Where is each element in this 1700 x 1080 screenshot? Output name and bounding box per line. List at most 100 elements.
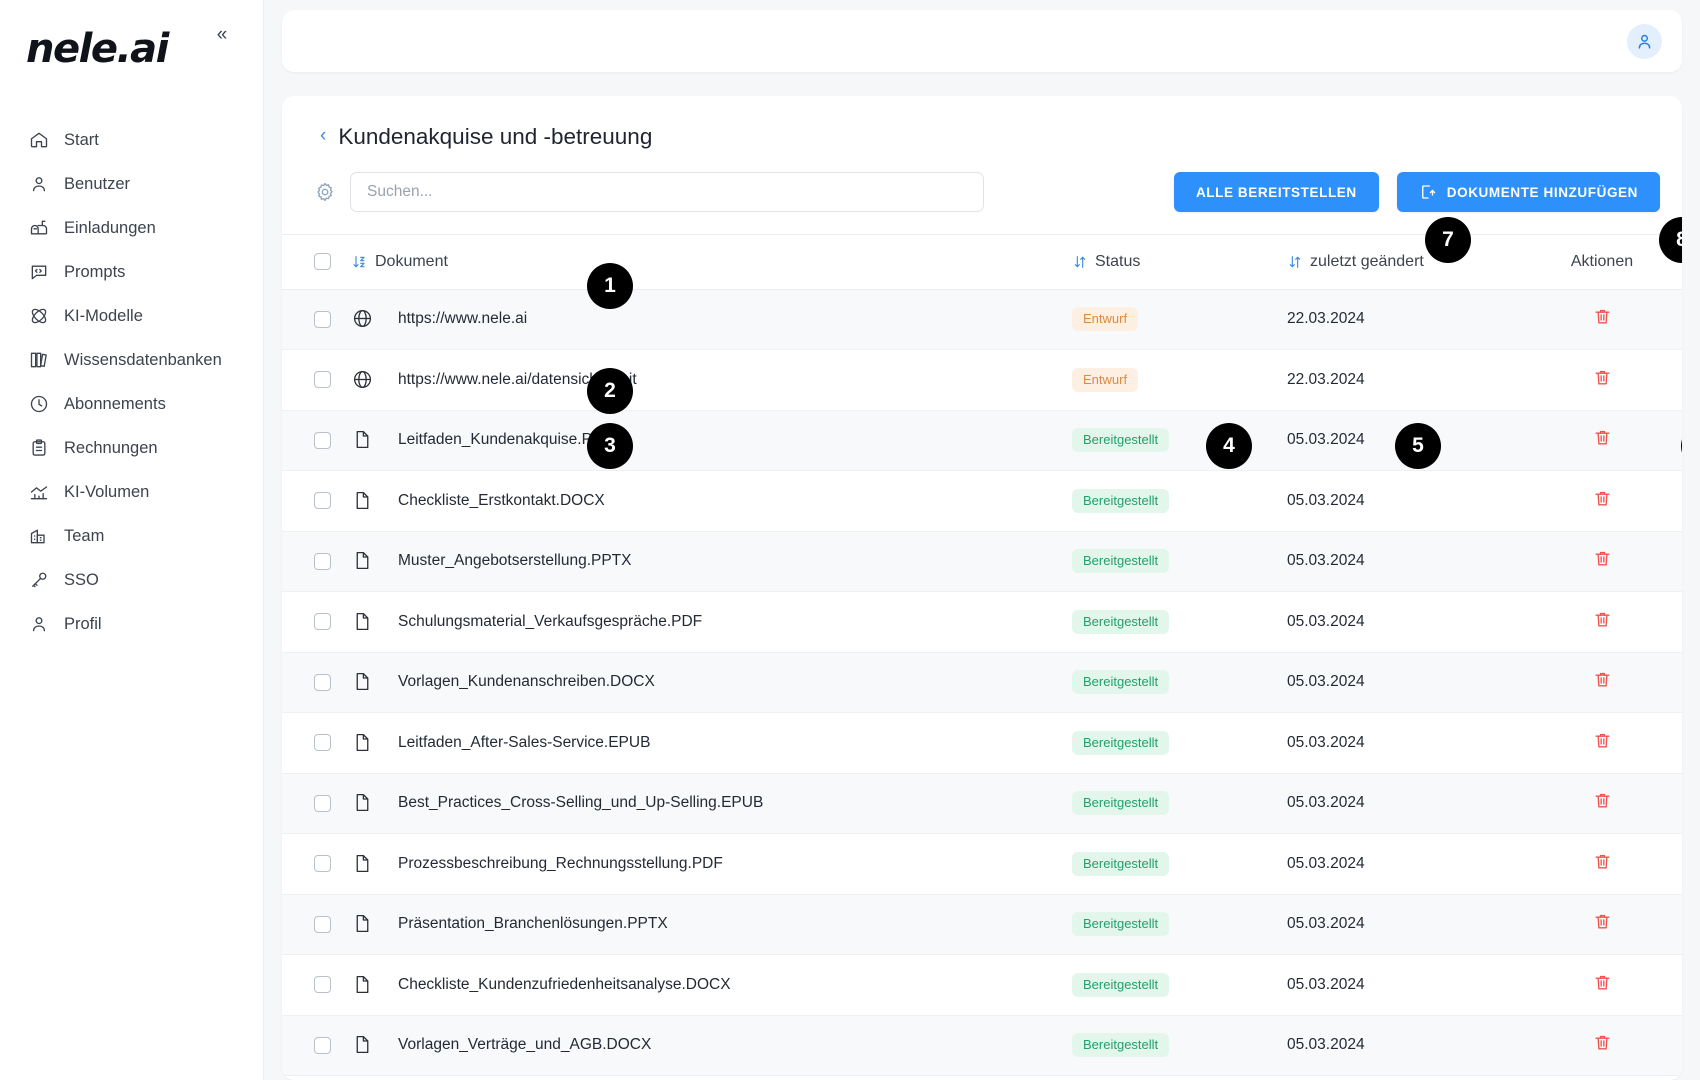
row-checkbox[interactable]: [314, 673, 331, 691]
row-modified-cell: 05.03.2024: [1287, 652, 1522, 713]
trash-icon[interactable]: [1593, 1033, 1612, 1052]
row-modified-cell: 05.03.2024: [1287, 471, 1522, 532]
mailbox-icon: [28, 218, 49, 239]
table-row[interactable]: Checkliste_Kundenzufriedenheitsanalyse.D…: [282, 955, 1682, 1016]
sidebar-collapse-icon[interactable]: «: [209, 22, 235, 48]
status-badge: Entwurf: [1072, 307, 1139, 332]
table-row[interactable]: Präsentation_Branchenlösungen.PPTX Bereit…: [282, 894, 1682, 955]
panel-header: ‹ Kundenakquise und -betreuung: [282, 96, 1682, 150]
annotation-bubble-7: 7: [1425, 217, 1471, 263]
search-input[interactable]: [350, 172, 984, 212]
gear-icon[interactable]: [314, 181, 336, 203]
modified-date: 05.03.2024: [1287, 794, 1365, 812]
sort-icon: [1287, 254, 1303, 270]
sidebar-item-ki-volumen[interactable]: KI-Volumen: [28, 470, 263, 514]
row-actions-cell: [1522, 652, 1682, 713]
sidebar-item-rechnungen[interactable]: Rechnungen: [28, 426, 263, 470]
row-modified-cell: 05.03.2024: [1287, 773, 1522, 834]
column-label: Dokument: [375, 252, 448, 270]
table-row[interactable]: https://www.nele.ai/datensicherheit Entwu…: [282, 350, 1682, 411]
row-actions-cell: [1522, 471, 1682, 532]
document-icon: [352, 611, 374, 633]
modified-date: 05.03.2024: [1287, 975, 1365, 993]
provide-all-button[interactable]: ALLE BEREITSTELLEN: [1173, 172, 1379, 212]
row-select-cell: [282, 894, 352, 955]
add-documents-button[interactable]: DOKUMENTE HINZUFÜGEN: [1396, 172, 1660, 212]
row-actions-cell: [1522, 410, 1682, 471]
sidebar-item-team[interactable]: Team: [28, 514, 263, 558]
trash-icon[interactable]: [1593, 307, 1612, 326]
column-header-status[interactable]: Status: [1072, 235, 1287, 290]
table-row[interactable]: Leitfaden_Kundenakquise.PDF Bereitgestell…: [282, 410, 1682, 471]
trash-icon[interactable]: [1593, 731, 1612, 750]
trash-icon[interactable]: [1593, 489, 1612, 508]
trash-icon[interactable]: [1593, 670, 1612, 689]
sidebar-item-einladungen[interactable]: Einladungen: [28, 206, 263, 250]
sidebar-item-benutzer[interactable]: Benutzer: [28, 162, 263, 206]
sort-icon: [1072, 254, 1088, 270]
annotation-bubble-4: 4: [1206, 423, 1252, 469]
table-row[interactable]: Prozessbeschreibung_Rechnungsstellung.PD…: [282, 834, 1682, 895]
column-header-document[interactable]: Dokument: [352, 235, 1072, 290]
top-bar: [282, 10, 1682, 72]
row-checkbox[interactable]: [314, 552, 331, 570]
trash-icon[interactable]: [1593, 368, 1612, 387]
row-status-cell: Bereitgestellt: [1072, 531, 1287, 592]
column-header-modified[interactable]: zuletzt geändert: [1287, 235, 1522, 290]
row-checkbox[interactable]: [314, 976, 331, 994]
sidebar-item-ki-modelle[interactable]: KI-Modelle: [28, 294, 263, 338]
table-row[interactable]: Vorlagen_Verträge_und_AGB.DOCX Bereitgest…: [282, 1015, 1682, 1076]
row-document-cell: https://www.nele.ai/datensicherheit: [352, 350, 1072, 411]
trash-icon[interactable]: [1593, 912, 1612, 931]
row-checkbox[interactable]: [314, 1036, 331, 1054]
table-row[interactable]: Muster_Angebotserstellung.PPTX Bereitgest…: [282, 531, 1682, 592]
row-checkbox[interactable]: [314, 734, 331, 752]
row-modified-cell: 05.03.2024: [1287, 955, 1522, 1016]
sidebar-item-sso[interactable]: SSO: [28, 558, 263, 602]
row-modified-cell: 05.03.2024: [1287, 894, 1522, 955]
trash-icon[interactable]: [1593, 428, 1612, 447]
table-row[interactable]: Vorlagen_Kundenanschreiben.DOCX Bereitges…: [282, 652, 1682, 713]
sidebar-item-start[interactable]: Start: [28, 118, 263, 162]
row-checkbox[interactable]: [314, 855, 331, 873]
modified-date: 05.03.2024: [1287, 431, 1365, 449]
table-row[interactable]: Leitfaden_After-Sales-Service.EPUB Bereit…: [282, 713, 1682, 773]
trash-icon[interactable]: [1593, 973, 1612, 992]
table-row[interactable]: https://www.nele.ai Entwurf 22.03.2024: [282, 289, 1682, 350]
row-actions-cell: [1522, 834, 1682, 895]
table-row[interactable]: Checkliste_Erstkontakt.DOCX Bereitgestell…: [282, 471, 1682, 532]
document-icon: [352, 913, 374, 935]
row-checkbox[interactable]: [314, 794, 331, 812]
user-avatar-icon[interactable]: [1627, 23, 1662, 59]
trash-icon[interactable]: [1593, 610, 1612, 629]
row-checkbox[interactable]: [314, 915, 331, 933]
clock-icon: [28, 394, 49, 415]
table-row[interactable]: Best_Practices_Cross-Selling_und_Up-Sell…: [282, 773, 1682, 834]
table-header-row: Dokument Status zuletzt geändert Aktione…: [282, 235, 1682, 290]
row-checkbox[interactable]: [314, 371, 331, 389]
sidebar-item-prompts[interactable]: Prompts: [28, 250, 263, 294]
row-checkbox[interactable]: [314, 431, 331, 449]
trash-icon[interactable]: [1593, 852, 1612, 871]
trash-icon[interactable]: [1593, 549, 1612, 568]
sidebar-item-profil[interactable]: Profil: [28, 602, 263, 646]
brand-logo[interactable]: nele.ai: [0, 0, 263, 118]
sidebar-item-label: Profil: [64, 614, 102, 633]
row-select-cell: [282, 410, 352, 471]
table-row[interactable]: Schulungsmaterial_Verkaufsgespräche.PDF B…: [282, 592, 1682, 653]
row-checkbox[interactable]: [314, 613, 331, 631]
sidebar-item-wissensdatenbanken[interactable]: Wissensdatenbanken: [28, 338, 263, 382]
row-checkbox[interactable]: [314, 492, 331, 510]
row-actions-cell: [1522, 592, 1682, 653]
trash-icon[interactable]: [1593, 791, 1612, 810]
status-badge: Bereitgestellt: [1072, 488, 1170, 513]
row-status-cell: Bereitgestellt: [1072, 773, 1287, 834]
row-modified-cell: 22.03.2024: [1287, 289, 1522, 350]
select-all-checkbox[interactable]: [314, 253, 331, 271]
clipboard-icon: [28, 438, 49, 459]
chevron-left-icon[interactable]: ‹: [320, 126, 326, 148]
document-icon: [352, 792, 374, 814]
sidebar-item-abonnements[interactable]: Abonnements: [28, 382, 263, 426]
sidebar-item-label: Einladungen: [64, 218, 156, 237]
row-checkbox[interactable]: [314, 310, 331, 328]
